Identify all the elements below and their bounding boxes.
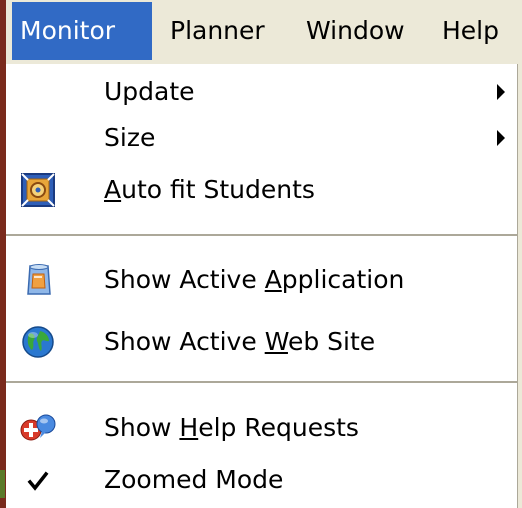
menu-item-label: Show Active Web Site bbox=[104, 327, 376, 356]
menu-window[interactable]: Window bbox=[298, 2, 426, 60]
auto-fit-students-icon bbox=[20, 172, 56, 208]
menu-planner[interactable]: Planner bbox=[162, 2, 284, 60]
window-frame-right bbox=[518, 0, 522, 508]
menu-item-show-help-requests[interactable]: Show Help Requests bbox=[6, 400, 517, 456]
menu-item-label: Auto fit Students bbox=[104, 175, 315, 204]
menu-separator bbox=[6, 234, 518, 236]
menu-item-auto-fit-students[interactable]: Auto fit Students bbox=[6, 162, 517, 218]
checkmark-icon bbox=[20, 462, 56, 498]
menu-separator bbox=[6, 381, 518, 383]
menu-monitor[interactable]: Monitor bbox=[12, 2, 152, 60]
active-application-icon bbox=[20, 262, 56, 298]
help-requests-icon bbox=[20, 410, 56, 446]
menu-item-label: Size bbox=[104, 123, 156, 152]
monitor-dropdown-menu: Update Size Auto fit Students Show Activ… bbox=[6, 64, 518, 508]
menu-item-label: Show Help Requests bbox=[104, 413, 359, 442]
menu-item-zoomed-mode[interactable]: Zoomed Mode bbox=[6, 452, 517, 508]
menu-item-show-active-application[interactable]: Show Active Application bbox=[6, 252, 517, 308]
menu-item-label: Show Active Application bbox=[104, 265, 405, 294]
window-frame-detail bbox=[0, 470, 5, 498]
menu-item-label: Zoomed Mode bbox=[104, 465, 284, 494]
submenu-arrow-icon bbox=[497, 84, 505, 100]
menu-item-show-active-web-site[interactable]: Show Active Web Site bbox=[6, 314, 517, 370]
menu-help[interactable]: Help bbox=[434, 2, 518, 60]
submenu-arrow-icon bbox=[497, 130, 505, 146]
menu-bar: Monitor Planner Window Help bbox=[6, 0, 518, 64]
globe-icon bbox=[20, 324, 56, 360]
menu-item-size[interactable]: Size bbox=[6, 110, 517, 166]
